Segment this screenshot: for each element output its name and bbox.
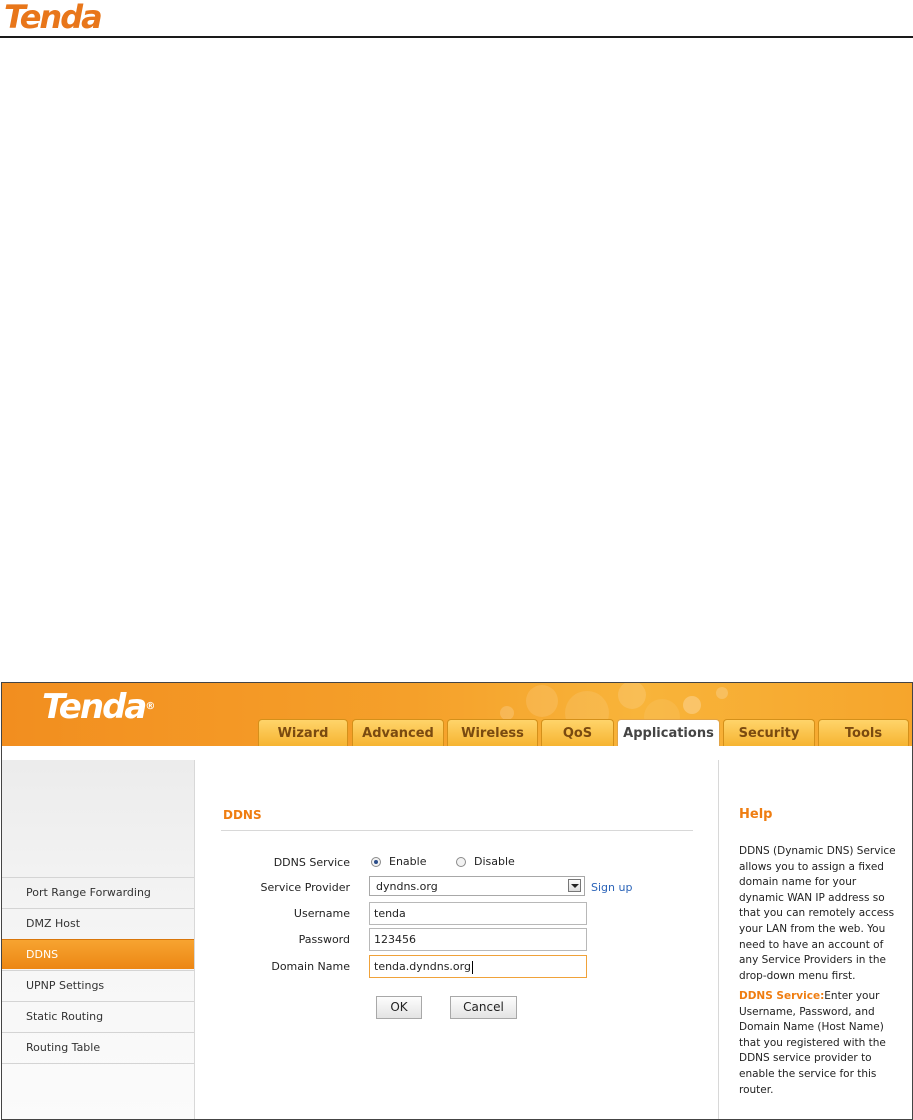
sidebar-divider xyxy=(2,1063,194,1064)
tab-tools[interactable]: Tools xyxy=(818,719,909,746)
ddns-service-label: DDNS Service xyxy=(273,856,350,869)
sign-up-link[interactable]: Sign up xyxy=(591,881,632,894)
ddns-disable-label: Disable xyxy=(474,855,515,868)
sidebar-item-port-range-forwarding[interactable]: Port Range Forwarding xyxy=(2,877,194,907)
sidebar-item-static-routing[interactable]: Static Routing xyxy=(2,1001,194,1031)
domain-name-value: tenda.dyndns.org xyxy=(374,960,471,973)
tab-qos[interactable]: QoS xyxy=(541,719,614,746)
tab-advanced[interactable]: Advanced xyxy=(352,719,444,746)
service-provider-label: Service Provider xyxy=(260,881,350,894)
help-title: Help xyxy=(739,807,773,822)
username-label: Username xyxy=(293,907,350,920)
ok-button[interactable]: OK xyxy=(376,996,422,1019)
service-provider-select[interactable]: dyndns.org xyxy=(369,876,585,896)
help-paragraph-1: DDNS (Dynamic DNS) Service allows you to… xyxy=(739,845,896,982)
top-banner: Tenda® Wizard Advanced Wireless QoS Appl… xyxy=(2,683,912,747)
sidebar-item-dmz-host[interactable]: DMZ Host xyxy=(2,908,194,938)
tenda-logo: Tenda xyxy=(4,0,103,36)
help-paragraph-2: DDNS Service:Enter your Username, Passwo… xyxy=(739,989,897,1098)
ddns-enable-radio[interactable] xyxy=(371,857,381,867)
app-logo: Tenda® xyxy=(42,687,156,727)
password-label: Password xyxy=(298,933,350,946)
sidebar-item-upnp-settings[interactable]: UPNP Settings xyxy=(2,970,194,1000)
password-field[interactable]: 123456 xyxy=(369,928,587,951)
header-divider xyxy=(0,36,913,38)
tab-wizard[interactable]: Wizard xyxy=(258,719,348,746)
sidebar-item-routing-table[interactable]: Routing Table xyxy=(2,1032,194,1062)
domain-name-label: Domain Name xyxy=(271,960,350,973)
help-key-ddns-service: DDNS Service: xyxy=(739,990,825,1002)
ddns-panel: DDNS DDNS Service Enable Disable Service… xyxy=(195,760,717,1119)
service-provider-value: dyndns.org xyxy=(376,880,438,893)
section-divider xyxy=(221,830,693,831)
sidebar-item-ddns[interactable]: DDNS xyxy=(2,939,194,969)
help-paragraph-2-text: Enter your Username, Password, and Domai… xyxy=(739,990,886,1096)
username-field[interactable]: tenda xyxy=(369,902,587,925)
help-panel: Help DDNS (Dynamic DNS) Service allows y… xyxy=(718,760,912,1119)
domain-name-field[interactable]: tenda.dyndns.org xyxy=(369,955,587,978)
cancel-button[interactable]: Cancel xyxy=(450,996,517,1019)
tab-wireless[interactable]: Wireless xyxy=(447,719,538,746)
ddns-enable-label: Enable xyxy=(389,855,427,868)
chevron-down-icon[interactable] xyxy=(568,879,581,892)
tab-applications[interactable]: Applications xyxy=(617,719,720,747)
ddns-disable-radio[interactable] xyxy=(456,857,466,867)
tab-security[interactable]: Security xyxy=(723,719,815,746)
sidebar: Port Range Forwarding DMZ Host DDNS UPNP… xyxy=(2,760,195,1119)
router-admin-screenshot: Tenda® Wizard Advanced Wireless QoS Appl… xyxy=(1,682,913,1120)
tab-strip-spacer xyxy=(2,746,912,760)
section-title: DDNS xyxy=(223,808,262,822)
text-caret xyxy=(471,960,473,974)
